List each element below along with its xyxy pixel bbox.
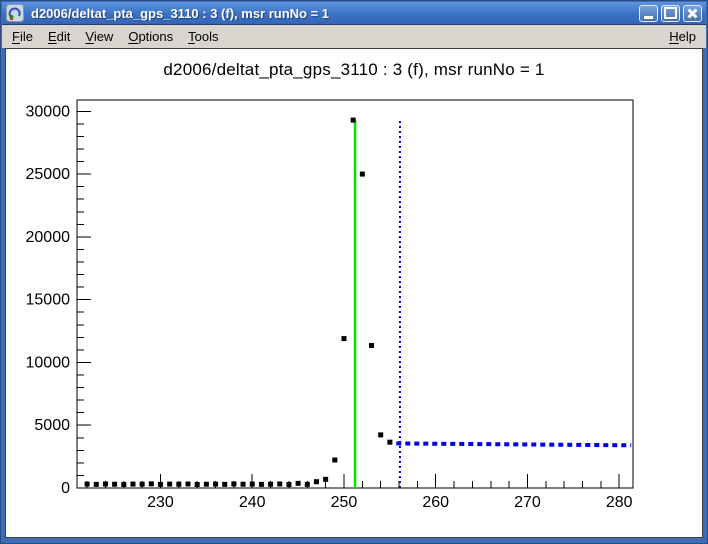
menu-options[interactable]: Options xyxy=(126,27,175,46)
data-point xyxy=(195,482,200,487)
data-point xyxy=(387,440,392,445)
background-level-line xyxy=(396,443,631,445)
data-point xyxy=(167,482,172,487)
data-point xyxy=(213,482,218,487)
y-axis-tick-label: 25000 xyxy=(26,166,71,183)
data-point xyxy=(149,481,154,486)
menubar: File Edit View Options Tools Help xyxy=(2,25,706,48)
root-app-icon xyxy=(6,4,24,22)
y-axis-tick-label: 0 xyxy=(61,480,70,497)
data-point xyxy=(250,482,255,487)
data-point xyxy=(369,343,374,348)
data-point xyxy=(231,481,236,486)
data-point xyxy=(112,482,117,487)
data-point xyxy=(268,482,273,487)
data-point xyxy=(378,432,383,437)
data-point xyxy=(286,482,291,487)
data-point xyxy=(130,482,135,487)
x-axis-tick-label: 270 xyxy=(514,494,541,511)
window-title: d2006/deltat_pta_gps_3110 : 3 (f), msr r… xyxy=(31,6,639,21)
x-axis-tick-label: 240 xyxy=(239,494,266,511)
x-axis-tick-label: 250 xyxy=(331,494,358,511)
data-point xyxy=(305,482,310,487)
x-axis-tick-label: 260 xyxy=(422,494,449,511)
y-axis-tick-label: 5000 xyxy=(34,417,70,434)
y-axis-tick-label: 15000 xyxy=(26,292,71,309)
data-point xyxy=(85,482,90,487)
close-button[interactable] xyxy=(683,5,702,22)
data-point xyxy=(103,481,108,486)
root-canvas-window: d2006/deltat_pta_gps_3110 : 3 (f), msr r… xyxy=(0,0,708,544)
data-point xyxy=(94,482,99,487)
y-axis-tick-label: 20000 xyxy=(26,229,71,246)
data-point xyxy=(332,457,337,462)
menu-tools[interactable]: Tools xyxy=(186,27,220,46)
minimize-button[interactable] xyxy=(639,5,658,22)
data-point xyxy=(186,481,191,486)
data-point xyxy=(140,482,145,487)
data-point xyxy=(222,482,227,487)
data-point xyxy=(121,482,126,487)
histogram-plot: 230 240 250 260 270 280 0 5000 10000 15000 20000 25… xyxy=(6,49,702,537)
y-axis-tick-label: 30000 xyxy=(26,103,71,120)
plot-canvas[interactable]: 230 240 250 260 270 280 0 5000 10000 15000 20000 25… xyxy=(5,48,703,538)
menu-view[interactable]: View xyxy=(83,27,115,46)
data-point xyxy=(314,479,319,484)
minimize-icon xyxy=(644,16,653,19)
data-point xyxy=(277,481,282,486)
y-axis-tick-label: 10000 xyxy=(26,354,71,371)
data-point xyxy=(360,172,365,177)
menu-help[interactable]: Help xyxy=(667,27,698,46)
data-point xyxy=(176,482,181,487)
data-point xyxy=(341,336,346,341)
data-point xyxy=(259,482,264,487)
data-point xyxy=(296,481,301,486)
data-point xyxy=(351,118,356,123)
data-point xyxy=(158,482,163,487)
data-point xyxy=(204,482,209,487)
menu-edit[interactable]: Edit xyxy=(46,27,72,46)
x-axis-tick-label: 230 xyxy=(147,494,174,511)
window-titlebar[interactable]: d2006/deltat_pta_gps_3110 : 3 (f), msr r… xyxy=(2,2,706,25)
menu-file[interactable]: File xyxy=(10,27,35,46)
close-icon xyxy=(687,8,698,19)
plot-title: d2006/deltat_pta_gps_3110 : 3 (f), msr r… xyxy=(6,60,702,80)
x-axis-tick-label: 280 xyxy=(606,494,633,511)
maximize-button[interactable] xyxy=(661,5,680,22)
data-point xyxy=(323,477,328,482)
window-controls xyxy=(639,5,702,22)
maximize-icon xyxy=(664,7,677,19)
data-point xyxy=(241,482,246,487)
